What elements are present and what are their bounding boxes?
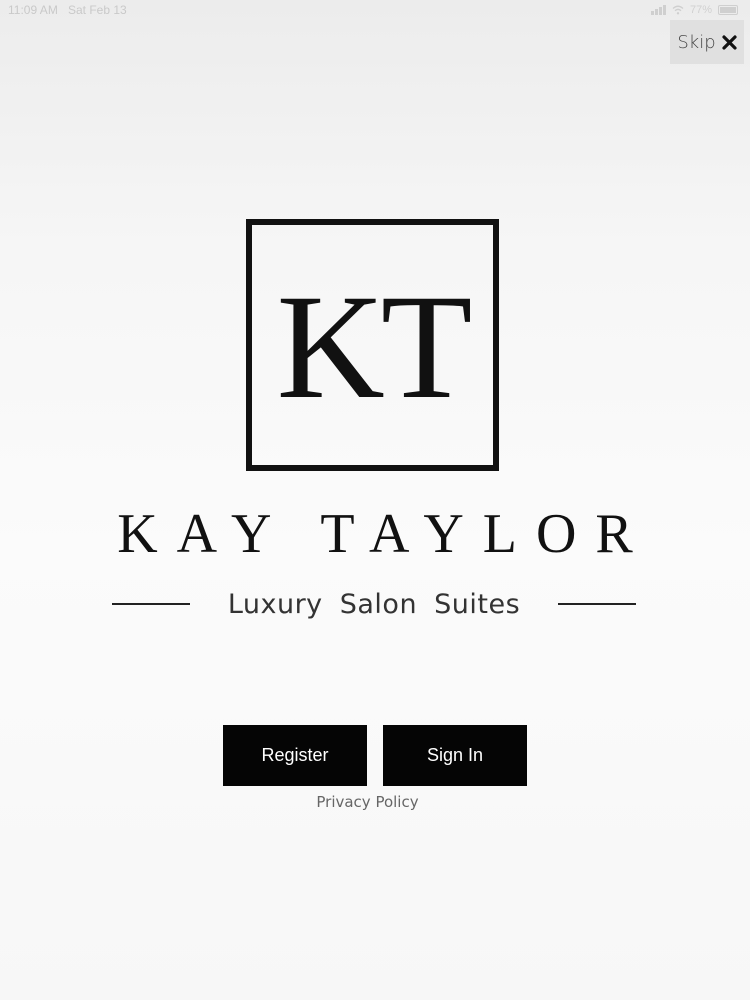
sign-in-button[interactable]: Sign In: [383, 725, 527, 786]
close-icon: [722, 34, 737, 50]
tagline-row: Luxury Salon Suites: [112, 584, 636, 624]
brand-name: KAY TAYLOR: [117, 503, 652, 565]
battery-icon: [718, 5, 738, 15]
register-button[interactable]: Register: [223, 725, 367, 786]
tagline-divider-right: [557, 603, 636, 605]
skip-button[interactable]: Skip: [670, 20, 744, 64]
status-date: Sat Feb 13: [68, 3, 127, 17]
signal-icon: [650, 5, 666, 15]
privacy-policy-link[interactable]: Privacy Policy: [0, 793, 735, 811]
status-time: 11:09 AM: [8, 3, 58, 17]
tagline-divider-left: [112, 603, 190, 605]
battery-percent: 77%: [689, 4, 712, 16]
status-indicators: 77%: [650, 4, 738, 16]
skip-label: Skip: [677, 31, 716, 53]
status-bar: 11:09 AM Sat Feb 13 77%: [0, 0, 750, 20]
tagline: Luxury Salon Suites: [227, 588, 521, 620]
logo-box: KT: [246, 219, 499, 471]
wifi-icon: [672, 5, 684, 15]
logo-monogram: KT: [276, 264, 473, 430]
